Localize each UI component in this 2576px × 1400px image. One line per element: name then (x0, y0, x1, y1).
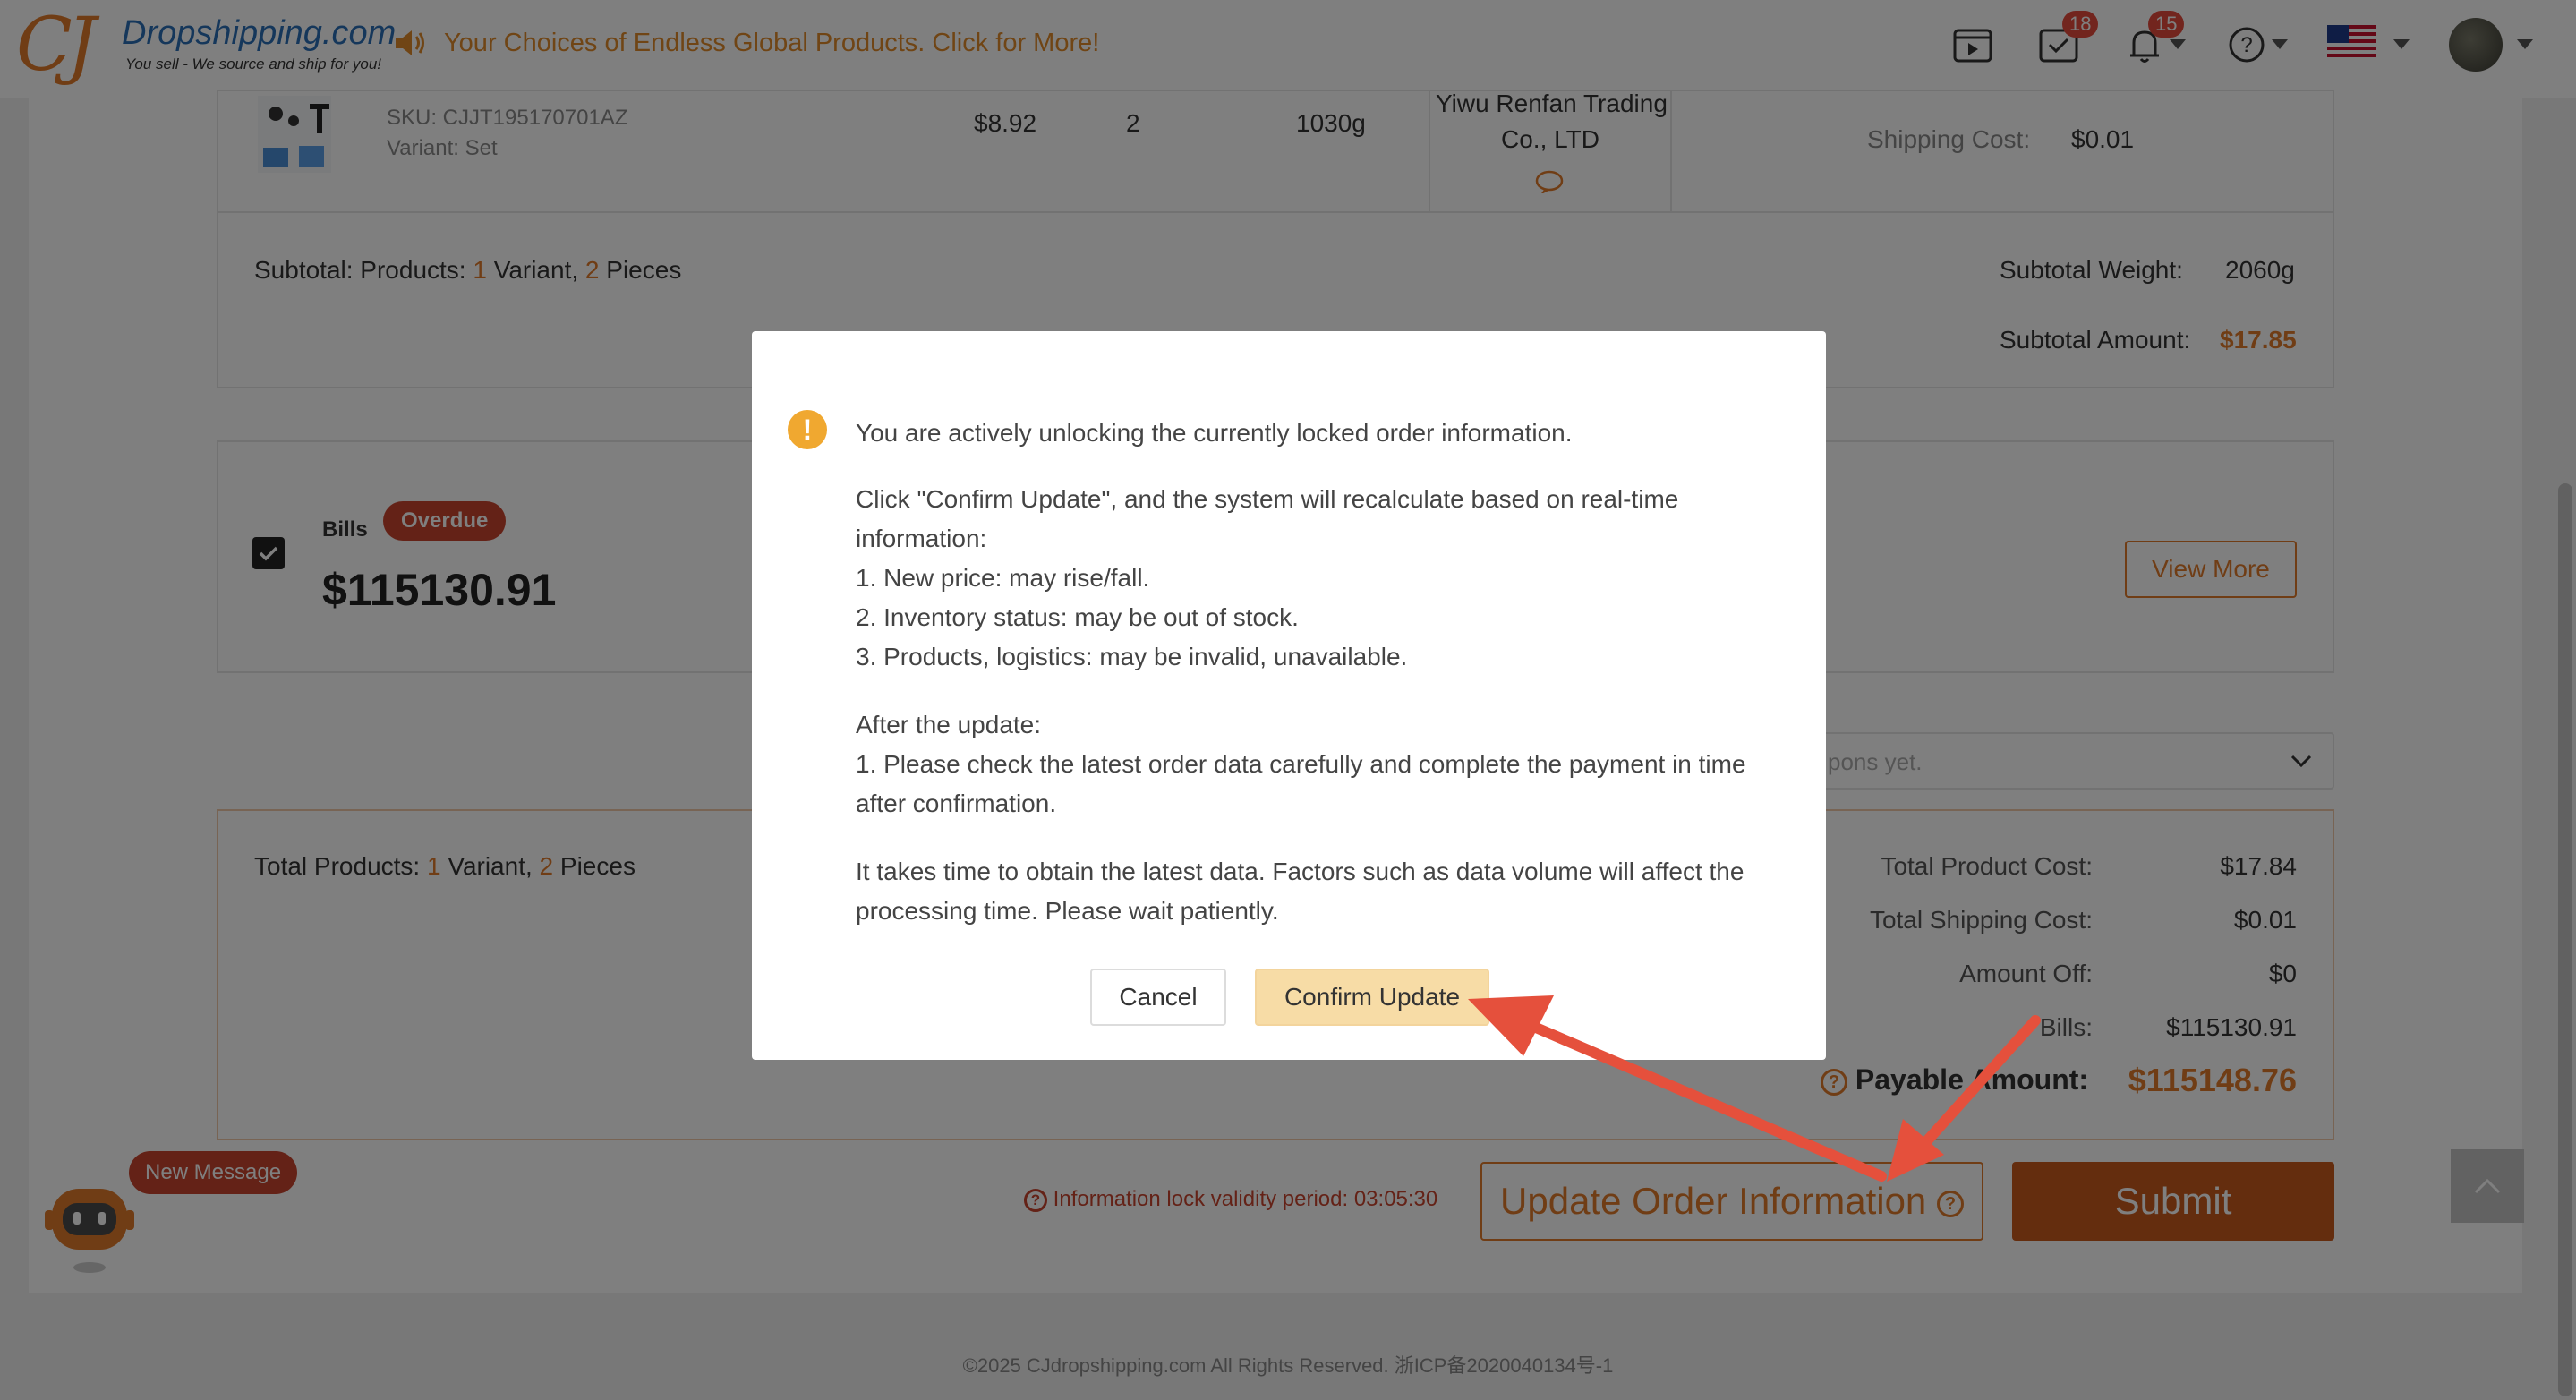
dialog-item2: 2. Inventory status: may be out of stock… (856, 603, 1299, 631)
warning-icon: ! (788, 410, 827, 449)
dialog-para1-line2: information: (856, 525, 987, 552)
cancel-button[interactable]: Cancel (1090, 969, 1226, 1026)
unlock-confirm-dialog: ! You are actively unlocking the current… (752, 331, 1826, 1060)
dialog-headline: You are actively unlocking the currently… (856, 419, 1573, 447)
dialog-wait-line2: processing time. Please wait patiently. (856, 897, 1279, 925)
dialog-after-line2: after confirmation. (856, 790, 1057, 817)
dialog-wait-line1: It takes time to obtain the latest data.… (856, 858, 1744, 885)
confirm-update-button[interactable]: Confirm Update (1255, 969, 1489, 1026)
dialog-item1: 1. New price: may rise/fall. (856, 564, 1150, 592)
dialog-para1-line1: Click "Confirm Update", and the system w… (856, 485, 1679, 513)
dialog-item3: 3. Products, logistics: may be invalid, … (856, 643, 1408, 670)
dialog-after-line1: 1. Please check the latest order data ca… (856, 750, 1746, 778)
dialog-after-title: After the update: (856, 711, 1042, 738)
